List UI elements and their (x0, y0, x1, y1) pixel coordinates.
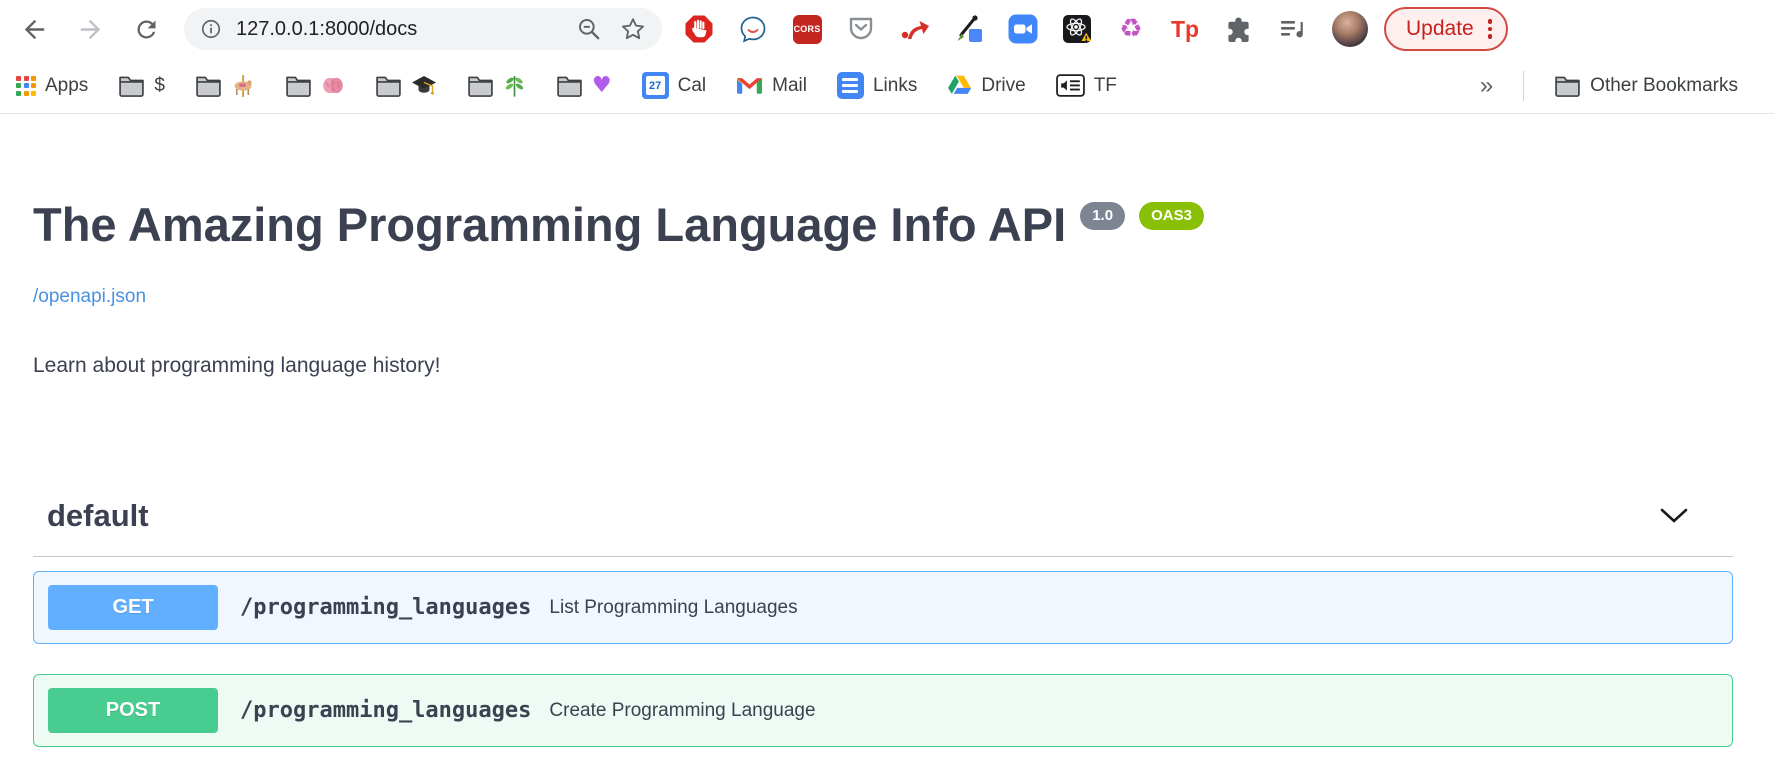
purple-heart-icon: ♥ (592, 75, 612, 97)
browser-toolbar: 127.0.0.1:8000/docs (0, 0, 1774, 58)
folder-icon (1554, 74, 1581, 97)
bookmark-folder-brain[interactable] (285, 74, 345, 97)
folder-icon (556, 74, 583, 97)
bookmark-calendar[interactable]: 27 Cal (642, 72, 707, 99)
adblock-icon[interactable] (684, 14, 714, 44)
method-badge-post: POST (48, 688, 218, 733)
folder-icon (467, 74, 494, 97)
folder-icon (285, 74, 312, 97)
back-arrow-icon (20, 15, 49, 44)
carousel-horse-icon (231, 74, 255, 98)
herb-icon (503, 74, 526, 97)
bookmark-folder-dollar[interactable]: $ (118, 74, 165, 97)
bookmark-star-icon[interactable] (620, 16, 646, 42)
playlist-extension-icon[interactable] (1278, 14, 1308, 44)
api-info-block: The Amazing Programming Language Info AP… (33, 114, 1733, 378)
reload-button[interactable] (128, 11, 164, 47)
calendar-icon: 27 (642, 72, 669, 99)
info-icon[interactable] (200, 18, 222, 40)
tag-section-default: default GET /programming_languages List … (33, 498, 1733, 747)
bookmark-folder-carousel[interactable] (195, 74, 255, 98)
bookmark-tf[interactable]: TF (1056, 74, 1117, 97)
recycle-extension-icon[interactable]: ♻ (1116, 14, 1146, 44)
url-text[interactable]: 127.0.0.1:8000/docs (236, 18, 576, 41)
back-button[interactable] (16, 11, 52, 47)
other-bookmarks[interactable]: Other Bookmarks (1554, 74, 1738, 97)
browser-menu-icon[interactable] (1488, 19, 1493, 39)
newsletter-icon (1056, 74, 1085, 97)
folder-icon (375, 74, 402, 97)
tp-extension-icon[interactable]: Tp (1170, 14, 1200, 44)
bookmarks-overflow-chevron[interactable]: » (1480, 72, 1493, 100)
endpoint-summary: Create Programming Language (549, 700, 815, 722)
react-devtools-icon[interactable] (1062, 14, 1092, 44)
endpoint-summary: List Programming Languages (549, 597, 797, 619)
api-description: Learn about programming language history… (33, 354, 1733, 378)
apps-grid-icon (16, 76, 36, 96)
endpoint-path: /programming_languages (240, 595, 531, 620)
bookmark-folder-herb[interactable] (467, 74, 526, 97)
brain-icon (321, 75, 345, 97)
forward-arrow-icon (76, 15, 105, 44)
endpoint-row-post[interactable]: POST /programming_languages Create Progr… (33, 674, 1733, 747)
graduation-cap-icon (411, 74, 437, 97)
gmail-icon (736, 75, 763, 96)
bookmarks-right-group: » Other Bookmarks (1480, 71, 1738, 101)
api-title-text: The Amazing Programming Language Info AP… (33, 198, 1066, 252)
page-title: The Amazing Programming Language Info AP… (33, 198, 1733, 252)
bookmark-drive[interactable]: Drive (947, 74, 1025, 97)
chevron-down-icon[interactable] (1660, 508, 1688, 524)
links-doc-icon (837, 72, 864, 99)
extensions-row: CORS (684, 14, 1308, 44)
zoom-out-icon[interactable] (576, 16, 602, 42)
profile-avatar[interactable] (1332, 11, 1368, 47)
cors-extension-icon[interactable]: CORS (792, 14, 822, 44)
bookmark-gmail[interactable]: Mail (736, 75, 807, 97)
tag-name: default (47, 498, 149, 534)
openapi-json-link[interactable]: /openapi.json (33, 286, 146, 308)
endpoint-row-get[interactable]: GET /programming_languages List Programm… (33, 571, 1733, 644)
bookmark-links[interactable]: Links (837, 72, 917, 99)
drive-icon (947, 74, 972, 97)
cors-label: CORS (793, 15, 822, 44)
method-badge-get: GET (48, 585, 218, 630)
apps-shortcut[interactable]: Apps (16, 75, 88, 97)
extensions-puzzle-icon[interactable] (1224, 14, 1254, 44)
tag-section-header[interactable]: default (33, 498, 1733, 557)
forward-button[interactable] (72, 11, 108, 47)
eyedropper-icon[interactable] (954, 14, 984, 44)
bookmarks-bar: Apps $ (0, 58, 1774, 114)
bookmarks-divider (1523, 71, 1524, 101)
red-arrow-extension-icon[interactable] (900, 14, 930, 44)
dollar-label: $ (154, 75, 165, 97)
update-button[interactable]: Update (1384, 7, 1508, 51)
oas3-badge: OAS3 (1139, 202, 1204, 230)
endpoint-path: /programming_languages (240, 698, 531, 723)
reload-icon (133, 16, 160, 43)
chat-bubble-icon[interactable] (738, 14, 768, 44)
zoom-camera-icon[interactable] (1008, 14, 1038, 44)
address-bar[interactable]: 127.0.0.1:8000/docs (184, 8, 662, 50)
bookmark-folder-heart[interactable]: ♥ (556, 74, 612, 97)
pocket-icon[interactable] (846, 14, 876, 44)
update-label: Update (1406, 17, 1474, 41)
bookmark-folder-graduation[interactable] (375, 74, 437, 97)
folder-icon (118, 74, 145, 97)
folder-icon (195, 74, 222, 97)
version-badge: 1.0 (1080, 202, 1125, 230)
swagger-page: The Amazing Programming Language Info AP… (0, 114, 1774, 747)
